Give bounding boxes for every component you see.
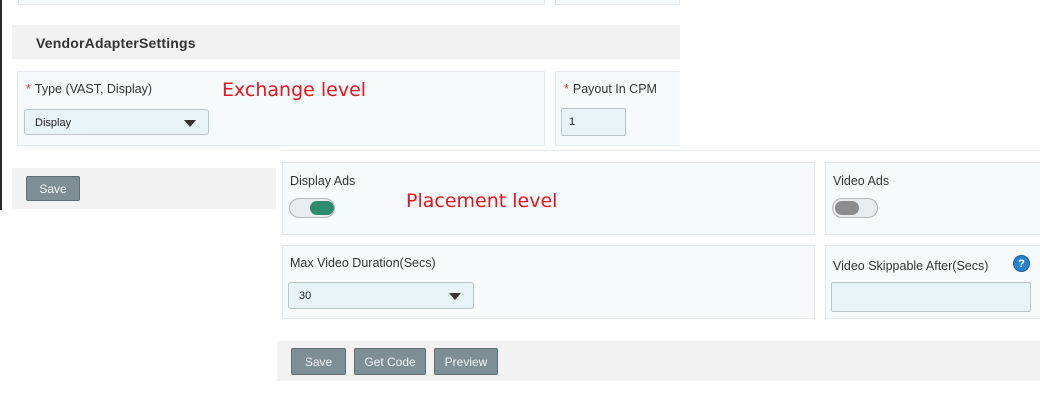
exchange-save-button[interactable]: Save	[26, 176, 80, 201]
chevron-down-icon	[449, 293, 461, 300]
type-select[interactable]: Display	[24, 109, 209, 135]
video-skippable-input[interactable]	[831, 282, 1031, 312]
payout-field-label: * Payout In CPM	[564, 82, 657, 96]
display-ads-toggle[interactable]	[289, 198, 335, 218]
help-icon[interactable]: ?	[1013, 255, 1030, 272]
video-ads-toggle[interactable]	[832, 198, 878, 218]
display-ads-label: Display Ads	[290, 174, 356, 188]
max-video-duration-panel: Max Video Duration(Secs) 30	[282, 245, 815, 319]
video-ads-panel: Video Ads	[825, 162, 1040, 235]
section-title: VendorAdapterSettings	[36, 35, 196, 51]
required-mark: *	[564, 82, 569, 96]
get-code-button[interactable]: Get Code	[354, 348, 426, 375]
max-video-duration-select[interactable]: 30	[288, 282, 474, 309]
video-skippable-label: Video Skippable After(Secs)	[833, 259, 989, 273]
payout-field-panel: * Payout In CPM 1	[555, 71, 680, 146]
toggle-knob	[835, 201, 859, 215]
payout-input-value: 1	[569, 116, 576, 128]
toggle-knob	[310, 201, 334, 215]
type-field-label: * Type (VAST, Display)	[26, 82, 152, 96]
window-left-border	[0, 0, 2, 210]
payout-label-text: Payout In CPM	[572, 82, 657, 96]
preview-button[interactable]: Preview	[434, 348, 498, 375]
payout-input[interactable]: 1	[561, 108, 626, 136]
exchange-level-annotation: Exchange level	[222, 79, 367, 101]
section-header: VendorAdapterSettings	[12, 25, 680, 59]
max-video-duration-value: 30	[299, 290, 312, 302]
type-label-text: Type (VAST, Display)	[34, 82, 153, 96]
chevron-down-icon	[184, 120, 196, 127]
placement-button-bar: Save Get Code Preview	[277, 341, 1040, 381]
type-select-value: Display	[35, 117, 72, 129]
video-skippable-panel: Video Skippable After(Secs) ?	[825, 245, 1040, 319]
video-ads-label: Video Ads	[833, 174, 890, 188]
previous-panel-stub-right	[555, 0, 680, 5]
placement-level-annotation: Placement level	[406, 190, 558, 212]
exchange-save-bar: Save	[12, 168, 276, 209]
placement-save-button[interactable]: Save	[291, 348, 346, 375]
screenshot-divider	[280, 150, 1040, 151]
required-mark: *	[26, 82, 31, 96]
max-video-duration-label: Max Video Duration(Secs)	[290, 256, 436, 270]
previous-panel-stub	[18, 0, 545, 5]
